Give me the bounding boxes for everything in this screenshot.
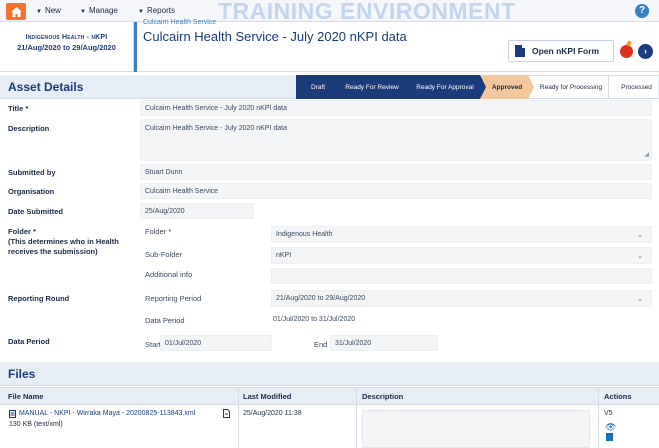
chevron-down-icon: ⌄ [637,295,643,303]
data-period-sub-label: Data Period [145,316,185,325]
environment-banner: TRAINING ENVIRONMENT [218,0,516,24]
reports-menu[interactable]: ▼ Reports [138,6,175,15]
resize-handle-icon[interactable]: ◢ [644,151,649,158]
end-label: End [314,340,328,349]
help-icon[interactable]: ? [635,4,649,18]
column-header-actions: Actions [604,392,632,401]
files-table-header: File Name Last Modified Description Acti… [0,387,659,405]
submitted-by-field: Stuart Dunn [140,164,652,180]
eye-icon[interactable]: 👁 [605,422,616,433]
folder-label: Folder * [8,227,36,236]
additional-info-label: Additional info [145,270,193,279]
download-file-icon[interactable] [223,409,230,418]
date-submitted-field: 25/Aug/2020 [140,203,254,219]
workflow-step-ready-for-approval[interactable]: Ready For Approval [404,75,486,99]
column-divider [598,387,599,448]
manage-menu[interactable]: ▼ Manage [80,6,118,15]
workflow-step-label: Ready For Approval [416,83,474,91]
data-period-range: 01/Jul/2020 to 31/Jul/2020 [273,316,356,323]
trash-icon[interactable] [606,433,613,441]
column-header-file-name[interactable]: File Name [8,392,43,401]
reporting-context: Indigenous Health - nKPI 21/Aug/2020 to … [0,22,134,72]
home-button[interactable] [6,3,26,20]
workflow-step-label: Ready for Processing [539,83,603,91]
reporting-round-label: Reporting Round [8,294,70,303]
chevron-down-icon: ⌄ [637,252,643,260]
workflow-step-label: Draft [310,83,326,91]
manage-menu-label: Manage [88,6,118,15]
context-divider [134,22,137,72]
home-icon [10,6,22,17]
service-name: Culcairn Health Service [143,19,217,26]
folder-select[interactable]: Indigenous Health ⌄ [271,226,652,243]
new-menu[interactable]: ▼ New [36,6,61,15]
open-nkpi-form-label: Open nKPI Form [532,46,600,56]
workflow-step-processed[interactable]: Processed [608,75,658,99]
file-version: V5 [604,410,613,417]
program-name: Indigenous Health - nKPI [25,34,108,41]
column-header-description: Description [362,392,404,401]
workflow-step-label: Ready For Review [345,83,399,91]
description-textarea[interactable]: Culcairn Health Service - July 2020 nKPI… [140,119,652,161]
new-menu-label: New [44,6,61,15]
organisation-label: Organisation [8,187,55,196]
file-description-input[interactable] [362,410,590,448]
workflow-steps: Draft Ready For Review Ready For Approva… [296,75,658,99]
asset-details-header: Asset Details Draft Ready For Review Rea… [0,75,659,99]
subfolder-label: Sub-Folder [145,250,183,259]
file-name-link[interactable]: MANUAL - NKPI - Wirraka Maya - 20200825-… [19,410,195,417]
reporting-period-selected-value: 21/Aug/2020 to 29/Aug/2020 [276,295,366,302]
submitted-by-label: Submitted by [8,168,56,177]
subfolder-selected-value: nKPI [276,252,292,259]
caret-down-icon: ▼ [36,9,42,15]
title-label: Title * [8,104,29,113]
workflow-step-label: Processed [621,83,652,91]
workflow-step-draft[interactable]: Draft [296,75,340,99]
page-title: Culcairn Health Service - July 2020 nKPI… [143,29,407,44]
top-nav: ▼ New ▼ Manage ▼ Reports TRAINING ENVIRONME… [0,0,659,24]
folder-help-text: (This determines who in Health receives … [8,237,119,256]
file-size: 130 KB (text/xml) [9,421,63,428]
reporting-period-select[interactable]: 21/Aug/2020 to 29/Aug/2020 ⌄ [271,290,652,307]
files-header: Files [0,362,659,386]
additional-info-input[interactable] [271,268,652,284]
last-modified: 25/Aug/2020 11:38 [243,410,302,417]
column-divider [356,387,357,448]
reporting-period-label: Reporting Period [145,294,202,303]
workflow-step-ready-for-review[interactable]: Ready For Review [334,75,410,99]
start-date-field[interactable]: 01/Jul/2020 [160,335,272,351]
folder-sub-label: Folder * [145,227,172,236]
chevron-down-icon: ⌄ [637,231,643,239]
workflow-step-approved[interactable]: Approved [480,75,534,99]
column-header-last-modified[interactable]: Last Modified [243,392,291,401]
reports-menu-label: Reports [146,6,175,15]
document-icon [515,45,525,57]
asset-details-title: Asset Details [8,80,84,94]
file-icon [9,410,16,418]
date-submitted-label: Date Submitted [8,207,64,216]
description-value: Culcairn Health Service - July 2020 nKPI… [145,125,288,132]
caret-down-icon: ▼ [80,9,86,15]
data-period-label: Data Period [8,337,50,346]
description-label: Description [8,124,50,133]
start-label: Start [145,340,161,349]
caret-down-icon: ▼ [138,9,144,15]
subfolder-select[interactable]: nKPI ⌄ [271,247,652,264]
workflow-step-label: Approved [491,83,523,91]
organisation-field: Culcairn Health Service [140,183,652,199]
column-divider [238,387,239,448]
next-arrow-icon[interactable]: › [638,44,653,59]
end-date-field[interactable]: 31/Jul/2020 [330,335,438,351]
open-nkpi-form-button[interactable]: Open nKPI Form [508,40,614,62]
workflow-step-ready-for-processing[interactable]: Ready for Processing [528,75,608,99]
reporting-date-range: 21/Aug/2020 to 29/Aug/2020 [17,43,116,52]
title-input[interactable]: Culcairn Health Service - July 2020 nKPI… [140,100,652,116]
bomb-icon[interactable] [620,45,633,58]
folder-selected-value: Indigenous Health [276,231,333,238]
files-title: Files [8,367,36,381]
